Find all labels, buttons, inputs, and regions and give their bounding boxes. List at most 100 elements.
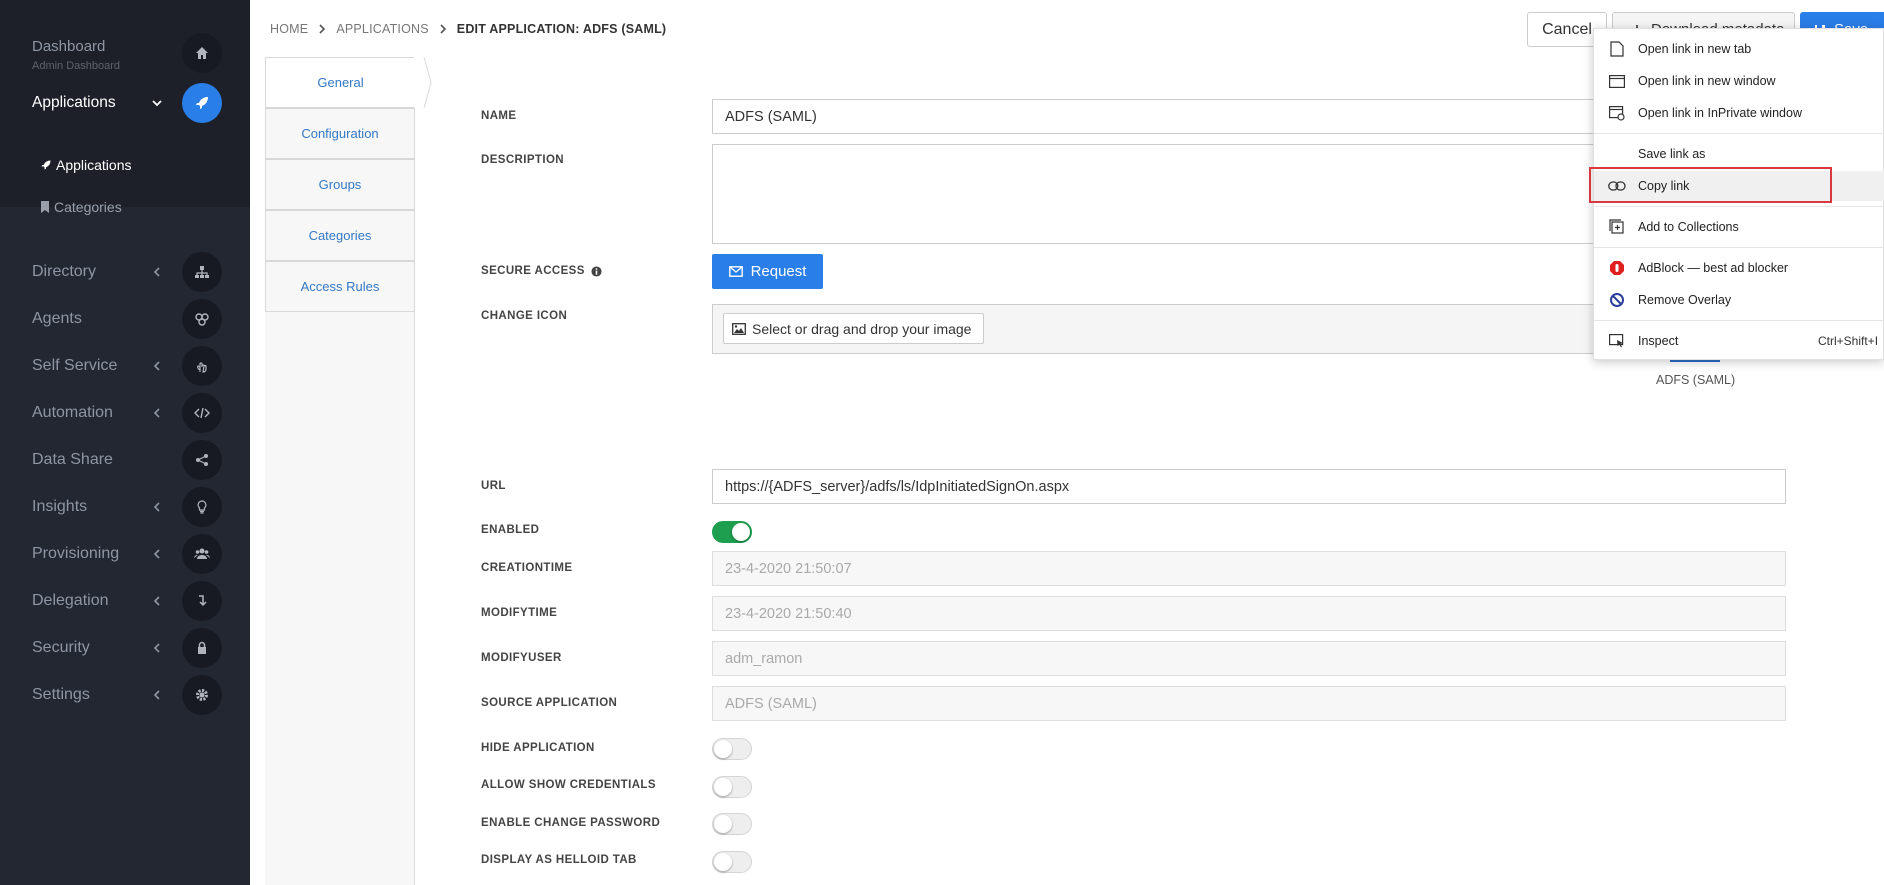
tab-arrow xyxy=(414,57,432,108)
copy-link-highlight-box xyxy=(1589,167,1832,203)
enable-change-password-toggle[interactable] xyxy=(712,813,752,835)
agents-icon[interactable] xyxy=(182,299,222,339)
bookmark-icon xyxy=(41,201,49,213)
menu-add-to-collections[interactable]: Add to Collections xyxy=(1594,212,1884,242)
menu-remove-overlay[interactable]: Remove Overlay xyxy=(1594,285,1884,315)
request-label: Request xyxy=(750,263,807,280)
tab-general[interactable]: General xyxy=(265,57,415,108)
url-input[interactable]: https://{ADFS_server}/adfs/ls/IdpInitiat… xyxy=(712,469,1786,504)
tab-categories[interactable]: Categories xyxy=(265,210,415,261)
display-as-helloid-tab-toggle[interactable] xyxy=(712,851,752,873)
modifyuser-label: MODIFYUSER xyxy=(481,652,562,664)
sidebar-item-security[interactable]: Security xyxy=(0,624,250,671)
chevron-left-icon xyxy=(153,408,160,418)
creationtime-field: 23-4-2020 21:50:07 xyxy=(712,551,1786,586)
chevron-right-icon xyxy=(319,24,326,34)
image-icon xyxy=(732,322,746,335)
sidebar-item-insights[interactable]: Insights xyxy=(0,483,250,530)
tab-configuration[interactable]: Configuration xyxy=(265,108,415,159)
sidebar-item-directory[interactable]: Directory xyxy=(0,248,250,295)
menu-open-new-tab[interactable]: Open link in new tab xyxy=(1594,34,1884,64)
lock-icon[interactable] xyxy=(182,628,222,668)
app-icon-preview-label: ADFS (SAML) xyxy=(1656,373,1736,387)
request-button[interactable]: Request xyxy=(712,254,823,289)
breadcrumb-home[interactable]: HOME xyxy=(270,22,308,36)
enabled-toggle[interactable] xyxy=(712,521,752,543)
source-application-field: ADFS (SAML) xyxy=(712,686,1786,721)
menu-adblock[interactable]: AdBlock — best ad blocker xyxy=(1594,253,1884,283)
select-image-button[interactable]: Select or drag and drop your image xyxy=(723,313,984,344)
breadcrumb-applications[interactable]: APPLICATIONS xyxy=(336,22,428,36)
share-icon[interactable] xyxy=(182,440,222,480)
breadcrumb: HOME APPLICATIONS EDIT APPLICATION: ADFS… xyxy=(270,22,666,36)
sidebar-item-provisioning[interactable]: Provisioning xyxy=(0,530,250,577)
menu-inspect[interactable]: Inspect Ctrl+Shift+I xyxy=(1594,326,1884,356)
menu-open-inprivate[interactable]: Open link in InPrivate window xyxy=(1594,98,1884,128)
tab-groups[interactable]: Groups xyxy=(265,159,415,210)
insights-label: Insights xyxy=(32,498,88,515)
sidebar-item-automation[interactable]: Automation xyxy=(0,389,250,436)
name-label: NAME xyxy=(481,110,517,122)
code-icon[interactable] xyxy=(182,393,222,433)
sidebar-item-data-share[interactable]: Data Share xyxy=(0,436,250,483)
hand-pointer-icon[interactable] xyxy=(182,346,222,386)
display-as-helloid-tab-label: DISPLAY AS HELLOID TAB xyxy=(481,854,637,866)
hide-application-label: HIDE APPLICATION xyxy=(481,742,595,754)
breadcrumb-current: EDIT APPLICATION: ADFS (SAML) xyxy=(456,22,667,36)
chevron-left-icon xyxy=(153,643,160,653)
chevron-left-icon xyxy=(153,596,160,606)
info-icon[interactable] xyxy=(591,265,602,277)
delegation-icon[interactable] xyxy=(182,581,222,621)
subitem-categories[interactable]: Categories xyxy=(40,199,122,215)
sidebar-item-self-service[interactable]: Self Service xyxy=(0,342,250,389)
menu-open-inprivate-label: Open link in InPrivate window xyxy=(1638,106,1802,120)
modifytime-field: 23-4-2020 21:50:40 xyxy=(712,596,1786,631)
chevron-left-icon xyxy=(153,502,160,512)
description-label: DESCRIPTION xyxy=(481,154,564,166)
self-service-label: Self Service xyxy=(32,357,118,374)
sitemap-icon[interactable] xyxy=(182,252,222,292)
sidebar-item-applications[interactable]: Applications xyxy=(0,80,250,127)
dashboard-sub-label: Admin Dashboard xyxy=(32,60,121,72)
gear-icon[interactable] xyxy=(182,675,222,715)
collections-icon xyxy=(1608,218,1626,236)
subitem-applications[interactable]: Applications xyxy=(40,157,132,173)
chevron-left-icon xyxy=(153,690,160,700)
allow-show-credentials-label: ALLOW SHOW CREDENTIALS xyxy=(481,779,656,791)
sidebar-item-agents[interactable]: Agents xyxy=(0,295,250,342)
select-image-label: Select or drag and drop your image xyxy=(752,320,972,337)
menu-inspect-label: Inspect xyxy=(1638,334,1679,348)
agents-label: Agents xyxy=(32,310,82,327)
home-icon[interactable] xyxy=(182,33,222,73)
menu-separator xyxy=(1594,206,1884,207)
chevron-left-icon xyxy=(153,549,160,559)
settings-label: Settings xyxy=(32,686,90,703)
sidebar-item-delegation[interactable]: Delegation xyxy=(0,577,250,624)
automation-label: Automation xyxy=(32,404,113,421)
rocket-icon[interactable] xyxy=(182,83,222,123)
new-tab-icon xyxy=(1608,40,1626,58)
lightbulb-icon[interactable] xyxy=(182,487,222,527)
users-icon[interactable] xyxy=(182,534,222,574)
chevron-down-icon xyxy=(152,100,162,107)
dashboard-label: Dashboard xyxy=(32,38,106,55)
menu-remove-overlay-label: Remove Overlay xyxy=(1638,293,1732,307)
subitem-applications-label: Applications xyxy=(56,157,132,173)
source-application-label: SOURCE APPLICATION xyxy=(481,697,618,709)
menu-save-link-as[interactable]: Save link as xyxy=(1594,139,1884,169)
security-label: Security xyxy=(32,639,90,656)
menu-open-new-window[interactable]: Open link in new window xyxy=(1594,66,1884,96)
directory-label: Directory xyxy=(32,263,97,280)
inspect-icon xyxy=(1608,332,1626,350)
menu-separator xyxy=(1594,320,1884,321)
rocket-small-icon xyxy=(41,160,51,170)
chevron-left-icon xyxy=(153,361,160,371)
sidebar-item-settings[interactable]: Settings xyxy=(0,671,250,718)
url-label: URL xyxy=(481,480,506,492)
menu-separator xyxy=(1594,247,1884,248)
hide-application-toggle[interactable] xyxy=(712,738,752,760)
sidebar-item-dashboard[interactable]: Dashboard Admin Dashboard xyxy=(0,30,250,77)
menu-open-new-window-label: Open link in new window xyxy=(1638,74,1776,88)
allow-show-credentials-toggle[interactable] xyxy=(712,776,752,798)
tab-access-rules[interactable]: Access Rules xyxy=(265,261,415,312)
